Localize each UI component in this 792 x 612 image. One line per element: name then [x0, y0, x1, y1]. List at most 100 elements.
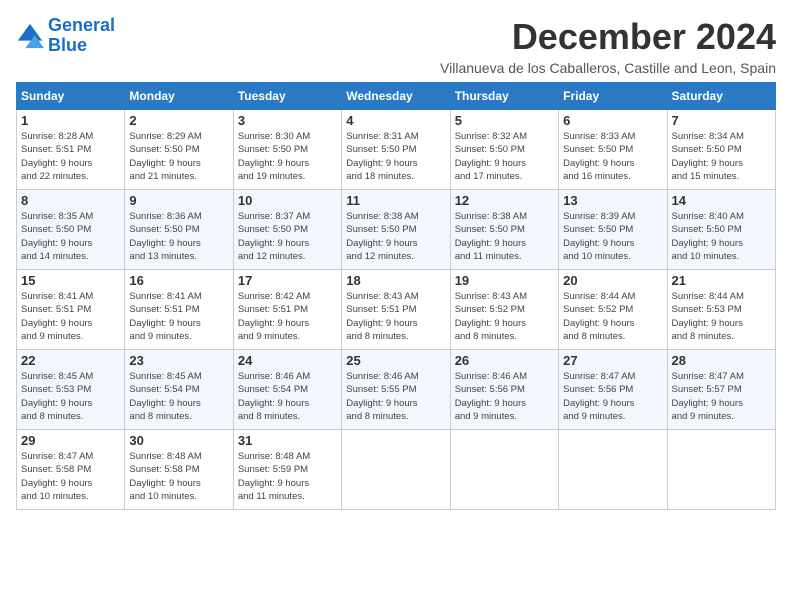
day-info: Sunrise: 8:47 AMSunset: 5:56 PMDaylight:…: [563, 370, 662, 423]
calendar-cell: 29Sunrise: 8:47 AMSunset: 5:58 PMDayligh…: [17, 430, 125, 510]
logo-text: General Blue: [48, 16, 115, 56]
day-number: 6: [563, 113, 662, 128]
day-info: Sunrise: 8:38 AMSunset: 5:50 PMDaylight:…: [455, 210, 554, 263]
day-number: 23: [129, 353, 228, 368]
col-header-saturday: Saturday: [667, 83, 775, 110]
day-number: 30: [129, 433, 228, 448]
calendar-cell: 1 Sunrise: 8:28 AMSunset: 5:51 PMDaylight…: [17, 110, 125, 190]
day-info: Sunrise: 8:37 AMSunset: 5:50 PMDaylight:…: [238, 210, 337, 263]
calendar-cell: 6 Sunrise: 8:33 AMSunset: 5:50 PMDaylight…: [559, 110, 667, 190]
calendar-cell: 30 Sunrise: 8:48 AMSunset: 5:58 PMDayligh…: [125, 430, 233, 510]
day-number: 19: [455, 273, 554, 288]
day-info: Sunrise: 8:30 AMSunset: 5:50 PMDaylight:…: [238, 130, 337, 183]
calendar-cell: [559, 430, 667, 510]
day-info: Sunrise: 8:45 AMSunset: 5:53 PMDaylight:…: [21, 370, 120, 423]
day-info: Sunrise: 8:28 AMSunset: 5:51 PMDaylight:…: [21, 130, 120, 183]
day-info: Sunrise: 8:40 AMSunset: 5:50 PMDaylight:…: [672, 210, 771, 263]
col-header-thursday: Thursday: [450, 83, 558, 110]
day-info: Sunrise: 8:48 AMSunset: 5:58 PMDaylight:…: [129, 450, 228, 503]
calendar-cell: 25Sunrise: 8:46 AMSunset: 5:55 PMDayligh…: [342, 350, 450, 430]
day-info: Sunrise: 8:47 AMSunset: 5:57 PMDaylight:…: [672, 370, 771, 423]
day-number: 9: [129, 193, 228, 208]
calendar-cell: 3Sunrise: 8:30 AMSunset: 5:50 PMDaylight…: [233, 110, 341, 190]
day-info: Sunrise: 8:41 AMSunset: 5:51 PMDaylight:…: [21, 290, 120, 343]
day-info: Sunrise: 8:43 AMSunset: 5:52 PMDaylight:…: [455, 290, 554, 343]
calendar-cell: 13 Sunrise: 8:39 AMSunset: 5:50 PMDayligh…: [559, 190, 667, 270]
day-number: 28: [672, 353, 771, 368]
day-info: Sunrise: 8:42 AMSunset: 5:51 PMDaylight:…: [238, 290, 337, 343]
calendar-cell: 9 Sunrise: 8:36 AMSunset: 5:50 PMDaylight…: [125, 190, 233, 270]
col-header-tuesday: Tuesday: [233, 83, 341, 110]
day-info: Sunrise: 8:44 AMSunset: 5:52 PMDaylight:…: [563, 290, 662, 343]
title-block: December 2024 Villanueva de los Caballer…: [440, 16, 776, 76]
day-info: Sunrise: 8:45 AMSunset: 5:54 PMDaylight:…: [129, 370, 228, 423]
day-number: 14: [672, 193, 771, 208]
day-info: Sunrise: 8:44 AMSunset: 5:53 PMDaylight:…: [672, 290, 771, 343]
day-number: 27: [563, 353, 662, 368]
location-subtitle: Villanueva de los Caballeros, Castille a…: [440, 60, 776, 76]
day-info: Sunrise: 8:38 AMSunset: 5:50 PMDaylight:…: [346, 210, 445, 263]
day-number: 1: [21, 113, 120, 128]
calendar-cell: 19 Sunrise: 8:43 AMSunset: 5:52 PMDayligh…: [450, 270, 558, 350]
col-header-friday: Friday: [559, 83, 667, 110]
calendar-week-row: 29Sunrise: 8:47 AMSunset: 5:58 PMDayligh…: [17, 430, 776, 510]
day-info: Sunrise: 8:48 AMSunset: 5:59 PMDaylight:…: [238, 450, 337, 503]
day-info: Sunrise: 8:35 AMSunset: 5:50 PMDaylight:…: [21, 210, 120, 263]
col-header-monday: Monday: [125, 83, 233, 110]
calendar-week-row: 1 Sunrise: 8:28 AMSunset: 5:51 PMDaylight…: [17, 110, 776, 190]
day-info: Sunrise: 8:33 AMSunset: 5:50 PMDaylight:…: [563, 130, 662, 183]
day-info: Sunrise: 8:43 AMSunset: 5:51 PMDaylight:…: [346, 290, 445, 343]
day-number: 13: [563, 193, 662, 208]
col-header-wednesday: Wednesday: [342, 83, 450, 110]
day-number: 7: [672, 113, 771, 128]
month-title: December 2024: [440, 16, 776, 58]
calendar-cell: 4Sunrise: 8:31 AMSunset: 5:50 PMDaylight…: [342, 110, 450, 190]
calendar-cell: 17Sunrise: 8:42 AMSunset: 5:51 PMDayligh…: [233, 270, 341, 350]
day-number: 15: [21, 273, 120, 288]
calendar-cell: 11 Sunrise: 8:38 AMSunset: 5:50 PMDayligh…: [342, 190, 450, 270]
calendar-cell: 26 Sunrise: 8:46 AMSunset: 5:56 PMDayligh…: [450, 350, 558, 430]
day-number: 22: [21, 353, 120, 368]
day-number: 11: [346, 193, 445, 208]
calendar-cell: 20 Sunrise: 8:44 AMSunset: 5:52 PMDayligh…: [559, 270, 667, 350]
calendar-cell: 15 Sunrise: 8:41 AMSunset: 5:51 PMDayligh…: [17, 270, 125, 350]
calendar-cell: [667, 430, 775, 510]
calendar-cell: 21Sunrise: 8:44 AMSunset: 5:53 PMDayligh…: [667, 270, 775, 350]
calendar-body: 1 Sunrise: 8:28 AMSunset: 5:51 PMDaylight…: [17, 110, 776, 510]
calendar-week-row: 8 Sunrise: 8:35 AMSunset: 5:50 PMDaylight…: [17, 190, 776, 270]
day-info: Sunrise: 8:46 AMSunset: 5:54 PMDaylight:…: [238, 370, 337, 423]
day-number: 10: [238, 193, 337, 208]
calendar-cell: 2Sunrise: 8:29 AMSunset: 5:50 PMDaylight…: [125, 110, 233, 190]
logo-icon: [16, 22, 44, 50]
day-info: Sunrise: 8:46 AMSunset: 5:55 PMDaylight:…: [346, 370, 445, 423]
calendar-cell: [342, 430, 450, 510]
day-info: Sunrise: 8:46 AMSunset: 5:56 PMDaylight:…: [455, 370, 554, 423]
day-number: 31: [238, 433, 337, 448]
day-number: 2: [129, 113, 228, 128]
day-number: 26: [455, 353, 554, 368]
calendar-table: SundayMondayTuesdayWednesdayThursdayFrid…: [16, 82, 776, 510]
col-header-sunday: Sunday: [17, 83, 125, 110]
day-info: Sunrise: 8:41 AMSunset: 5:51 PMDaylight:…: [129, 290, 228, 343]
logo: General Blue: [16, 16, 115, 56]
calendar-cell: 24 Sunrise: 8:46 AMSunset: 5:54 PMDayligh…: [233, 350, 341, 430]
day-info: Sunrise: 8:39 AMSunset: 5:50 PMDaylight:…: [563, 210, 662, 263]
day-number: 16: [129, 273, 228, 288]
calendar-header-row: SundayMondayTuesdayWednesdayThursdayFrid…: [17, 83, 776, 110]
day-info: Sunrise: 8:32 AMSunset: 5:50 PMDaylight:…: [455, 130, 554, 183]
day-number: 5: [455, 113, 554, 128]
calendar-cell: 23 Sunrise: 8:45 AMSunset: 5:54 PMDayligh…: [125, 350, 233, 430]
calendar-cell: 10 Sunrise: 8:37 AMSunset: 5:50 PMDayligh…: [233, 190, 341, 270]
day-number: 20: [563, 273, 662, 288]
day-number: 12: [455, 193, 554, 208]
day-info: Sunrise: 8:34 AMSunset: 5:50 PMDaylight:…: [672, 130, 771, 183]
calendar-cell: 14 Sunrise: 8:40 AMSunset: 5:50 PMDayligh…: [667, 190, 775, 270]
calendar-cell: 5 Sunrise: 8:32 AMSunset: 5:50 PMDaylight…: [450, 110, 558, 190]
day-number: 24: [238, 353, 337, 368]
day-number: 8: [21, 193, 120, 208]
day-number: 18: [346, 273, 445, 288]
day-number: 4: [346, 113, 445, 128]
day-info: Sunrise: 8:47 AMSunset: 5:58 PMDaylight:…: [21, 450, 120, 503]
day-info: Sunrise: 8:36 AMSunset: 5:50 PMDaylight:…: [129, 210, 228, 263]
calendar-cell: 7 Sunrise: 8:34 AMSunset: 5:50 PMDaylight…: [667, 110, 775, 190]
